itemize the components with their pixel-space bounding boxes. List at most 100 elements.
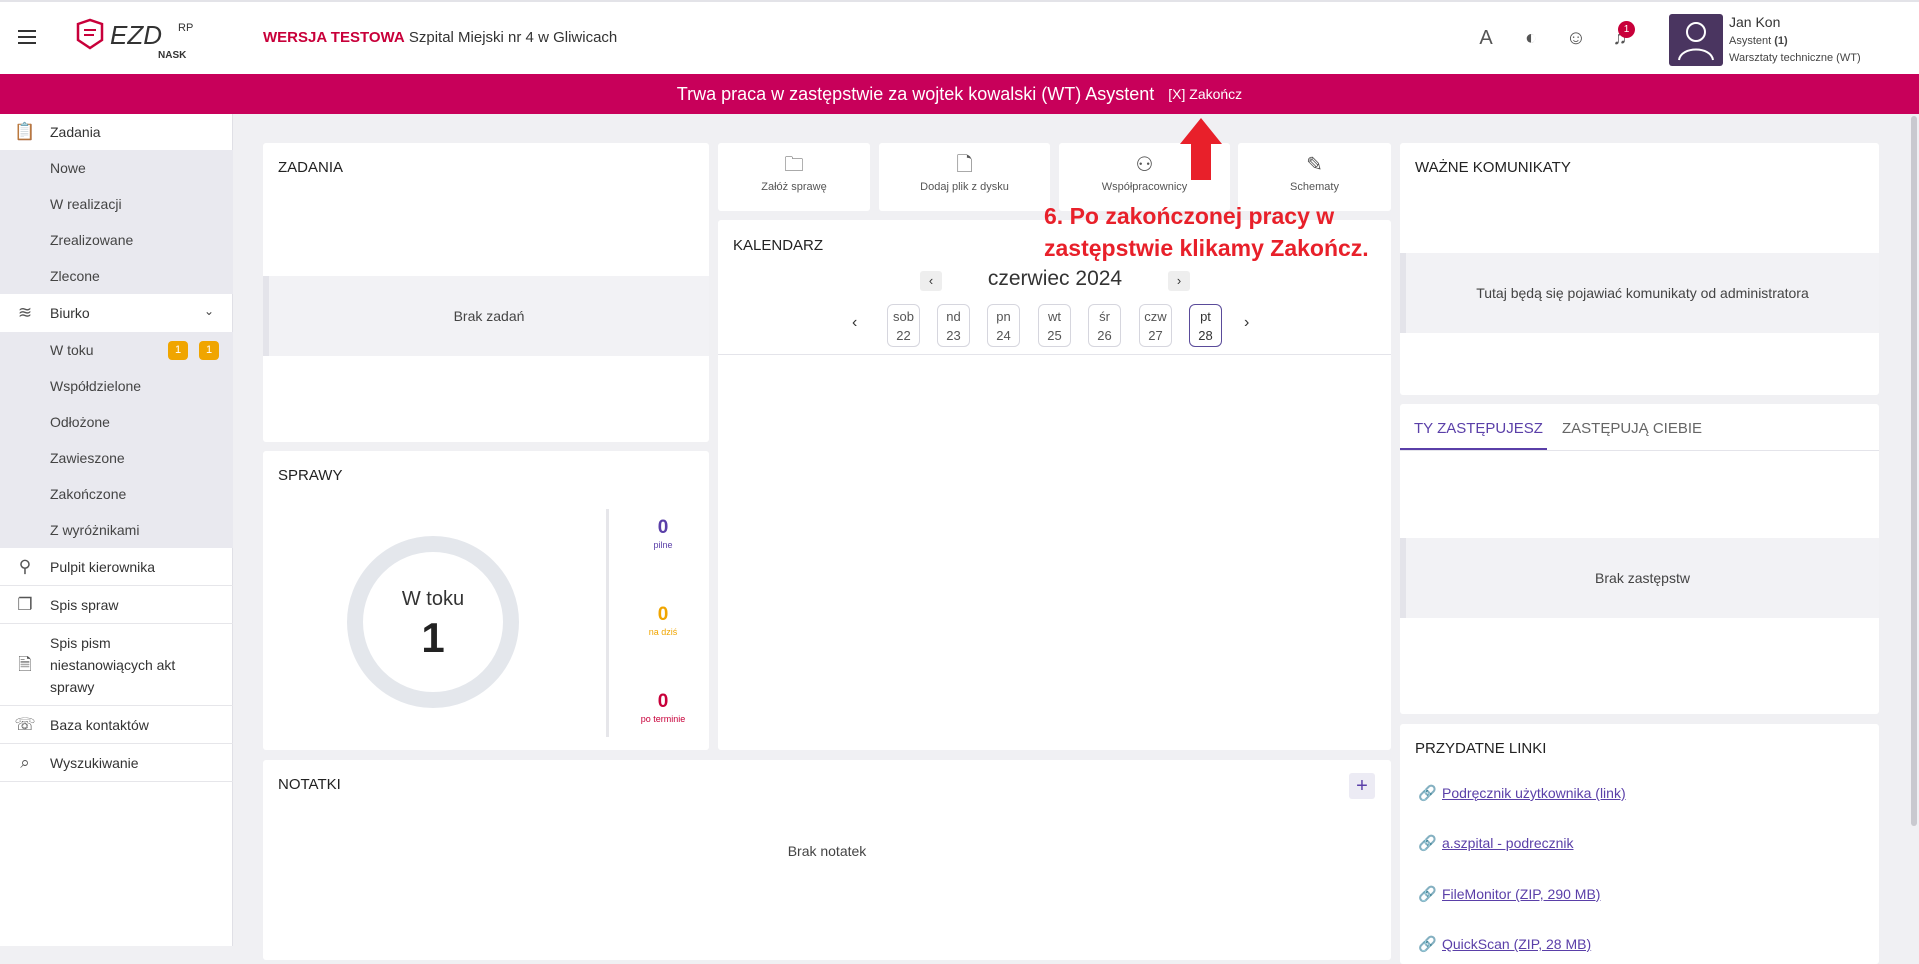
announcements-card: WAŻNE KOMUNIKATY Tutaj będą się pojawiać…	[1400, 143, 1879, 395]
link-icon: 🔗	[1418, 835, 1437, 852]
version-label: WERSJA TESTOWA	[263, 29, 405, 46]
sidebar-item-label: Spis spraw	[50, 596, 119, 613]
sidebar: 📋 Zadania Nowe W realizacji Zrealizowane…	[0, 114, 233, 946]
add-note-button[interactable]: +	[1349, 773, 1375, 799]
sidebar-item-zadania[interactable]: 📋 Zadania	[0, 114, 233, 150]
sidebar-item-spis-pism[interactable]: 🗎 Spis pism niestanowiących akt sprawy	[0, 624, 233, 706]
sidebar-subitem-zlecone[interactable]: Zlecone	[0, 258, 233, 294]
menu-icon[interactable]	[18, 30, 36, 44]
logo-text: EZD	[110, 20, 162, 50]
stat-na-dzis[interactable]: 0	[623, 604, 703, 626]
sidebar-item-spis-spraw[interactable]: ❐ Spis spraw	[0, 586, 233, 624]
calendar-day[interactable]: sob 22	[887, 304, 920, 347]
card-title: SPRAWY	[278, 467, 343, 484]
tab-zastepuja-ciebie[interactable]: ZASTĘPUJĄ CIEBIE	[1562, 420, 1702, 437]
divider	[718, 354, 1391, 355]
sidebar-subitem-wspoldzielone[interactable]: Współdzielone	[0, 368, 233, 404]
sidebar-subitem-zakonczone[interactable]: Zakończone	[0, 476, 233, 512]
calendar-day-selected[interactable]: pt 28	[1189, 304, 1222, 347]
calendar-day[interactable]: czw 27	[1139, 304, 1172, 347]
avatar[interactable]	[1669, 14, 1723, 66]
calendar-day[interactable]: nd 23	[937, 304, 970, 347]
link-quickscan[interactable]: QuickScan (ZIP, 28 MB)	[1442, 936, 1591, 952]
institution-name: Szpital Miejski nr 4 w Gliwicach	[408, 29, 618, 46]
sidebar-item-label: Spis pism niestanowiących akt sprawy	[50, 635, 176, 695]
sidebar-item-biurko[interactable]: ≋ Biurko ⌄	[0, 294, 233, 332]
folder-plus-icon: 🗀	[784, 154, 804, 176]
add-file-button[interactable]: 🗋 Dodaj plik z dysku	[879, 143, 1050, 211]
sidebar-subitem-nowe[interactable]: Nowe	[0, 150, 233, 186]
accessibility-icon[interactable]: ☺	[1564, 26, 1588, 50]
link-szpital-podrecznik[interactable]: a.szpital - podrecznik	[1442, 835, 1574, 851]
notes-card: NOTATKI + Brak notatek	[263, 760, 1391, 960]
file-upload-icon: 🗋	[956, 154, 973, 176]
layers-icon: ≋	[17, 303, 33, 322]
empty-state: Brak zadań	[263, 276, 709, 356]
documents-icon: 🗎	[18, 655, 32, 674]
calendar-day[interactable]: śr 26	[1088, 304, 1121, 347]
tab-ty-zastepujesz[interactable]: TY ZASTĘPUJESZ	[1414, 420, 1543, 437]
scrollbar[interactable]	[1911, 116, 1917, 826]
annotation-text: 6. Po zakończonej pracy w zastępstwie kli…	[1044, 203, 1369, 261]
substitution-banner: Trwa praca w zastępstwie za wojtek kowal…	[0, 74, 1919, 114]
card-title: WAŻNE KOMUNIKATY	[1415, 159, 1571, 176]
contrast-icon[interactable]: ◐	[1519, 26, 1543, 50]
stat-po-terminie[interactable]: 0	[623, 691, 703, 713]
calendar-month: czerwiec 2024	[987, 267, 1123, 290]
button-label: Załóż sprawę	[761, 181, 827, 193]
end-substitution-button[interactable]: [X] Zakończ	[1168, 86, 1242, 102]
sidebar-item-label: W toku	[50, 342, 94, 358]
sidebar-subitem-zrealizowane[interactable]: Zrealizowane	[0, 222, 233, 258]
next-week-button[interactable]: ›	[1244, 314, 1249, 332]
user-role: Asystent (1)	[1729, 35, 1788, 47]
manager-icon: ⚲	[18, 557, 32, 576]
link-icon: 🔗	[1418, 936, 1437, 953]
sidebar-subitem-z-wyroznikami[interactable]: Z wyróżnikami	[0, 512, 233, 548]
prev-month-button[interactable]: ‹	[920, 271, 942, 291]
donut-label: W toku	[401, 588, 465, 610]
cases-card: SPRAWY W toku 1 0 pilne 0 na dziś 0 po t…	[263, 451, 709, 750]
app-logo[interactable]: EZD RP NASK	[76, 18, 206, 62]
app-header: EZD RP NASK WERSJA TESTOWA Szpital Miejs…	[0, 0, 1919, 74]
card-title: PRZYDATNE LINKI	[1415, 740, 1547, 757]
divider	[1400, 450, 1879, 451]
annotation-arrow	[1180, 118, 1222, 180]
user-name[interactable]: Jan Kon	[1729, 14, 1780, 30]
calendar-day[interactable]: wt 25	[1038, 304, 1071, 347]
chevron-down-icon[interactable]: ⌄	[204, 304, 214, 318]
sidebar-item-label: Zadania	[50, 124, 101, 140]
prev-week-button[interactable]: ‹	[852, 314, 857, 332]
sidebar-item-baza-kontaktow[interactable]: ☏ Baza kontaktów	[0, 706, 233, 744]
sidebar-subitem-w-realizacji[interactable]: W realizacji	[0, 186, 233, 222]
stat-label: na dziś	[648, 627, 678, 637]
notification-badge: 1	[1618, 21, 1635, 38]
calendar-day[interactable]: pn 24	[987, 304, 1020, 347]
button-label: Dodaj plik z dysku	[920, 181, 1009, 193]
link-filemonitor[interactable]: FileMonitor (ZIP, 290 MB)	[1442, 886, 1600, 902]
logo-sup: RP	[178, 22, 193, 34]
people-icon: ⚇	[1135, 154, 1154, 176]
new-case-button[interactable]: 🗀 Załóż sprawę	[718, 143, 870, 211]
sidebar-item-label: Wyszukiwanie	[50, 754, 139, 771]
divider	[606, 509, 609, 737]
count-badge: 1	[168, 341, 188, 360]
count-badge: 1	[199, 341, 219, 360]
stat-pilne[interactable]: 0	[623, 517, 703, 539]
sidebar-subitem-odlozone[interactable]: Odłożone	[0, 404, 233, 440]
schema-icon: ✎	[1306, 154, 1323, 176]
sidebar-item-pulpit-kierownika[interactable]: ⚲ Pulpit kierownika	[0, 548, 233, 586]
font-size-icon[interactable]: A	[1474, 26, 1498, 50]
sidebar-subitem-zawieszone[interactable]: Zawieszone	[0, 440, 233, 476]
folders-icon: ❐	[17, 595, 33, 614]
button-label: Schematy	[1290, 181, 1339, 193]
sidebar-subitem-w-toku[interactable]: W toku 1 1	[0, 332, 233, 368]
empty-state: Brak zastępstw	[1400, 538, 1879, 618]
donut-value: 1	[421, 614, 445, 661]
user-unit: Warsztaty techniczne (WT)	[1729, 52, 1861, 64]
card-title: KALENDARZ	[733, 237, 824, 254]
link-podrecznik[interactable]: Podręcznik użytkownika (link)	[1442, 785, 1626, 801]
contacts-icon: ☏	[14, 715, 36, 734]
sidebar-item-label: Biurko	[50, 305, 90, 321]
next-month-button[interactable]: ›	[1168, 271, 1190, 291]
sidebar-item-wyszukiwanie[interactable]: ⌕ Wyszukiwanie	[0, 744, 233, 782]
